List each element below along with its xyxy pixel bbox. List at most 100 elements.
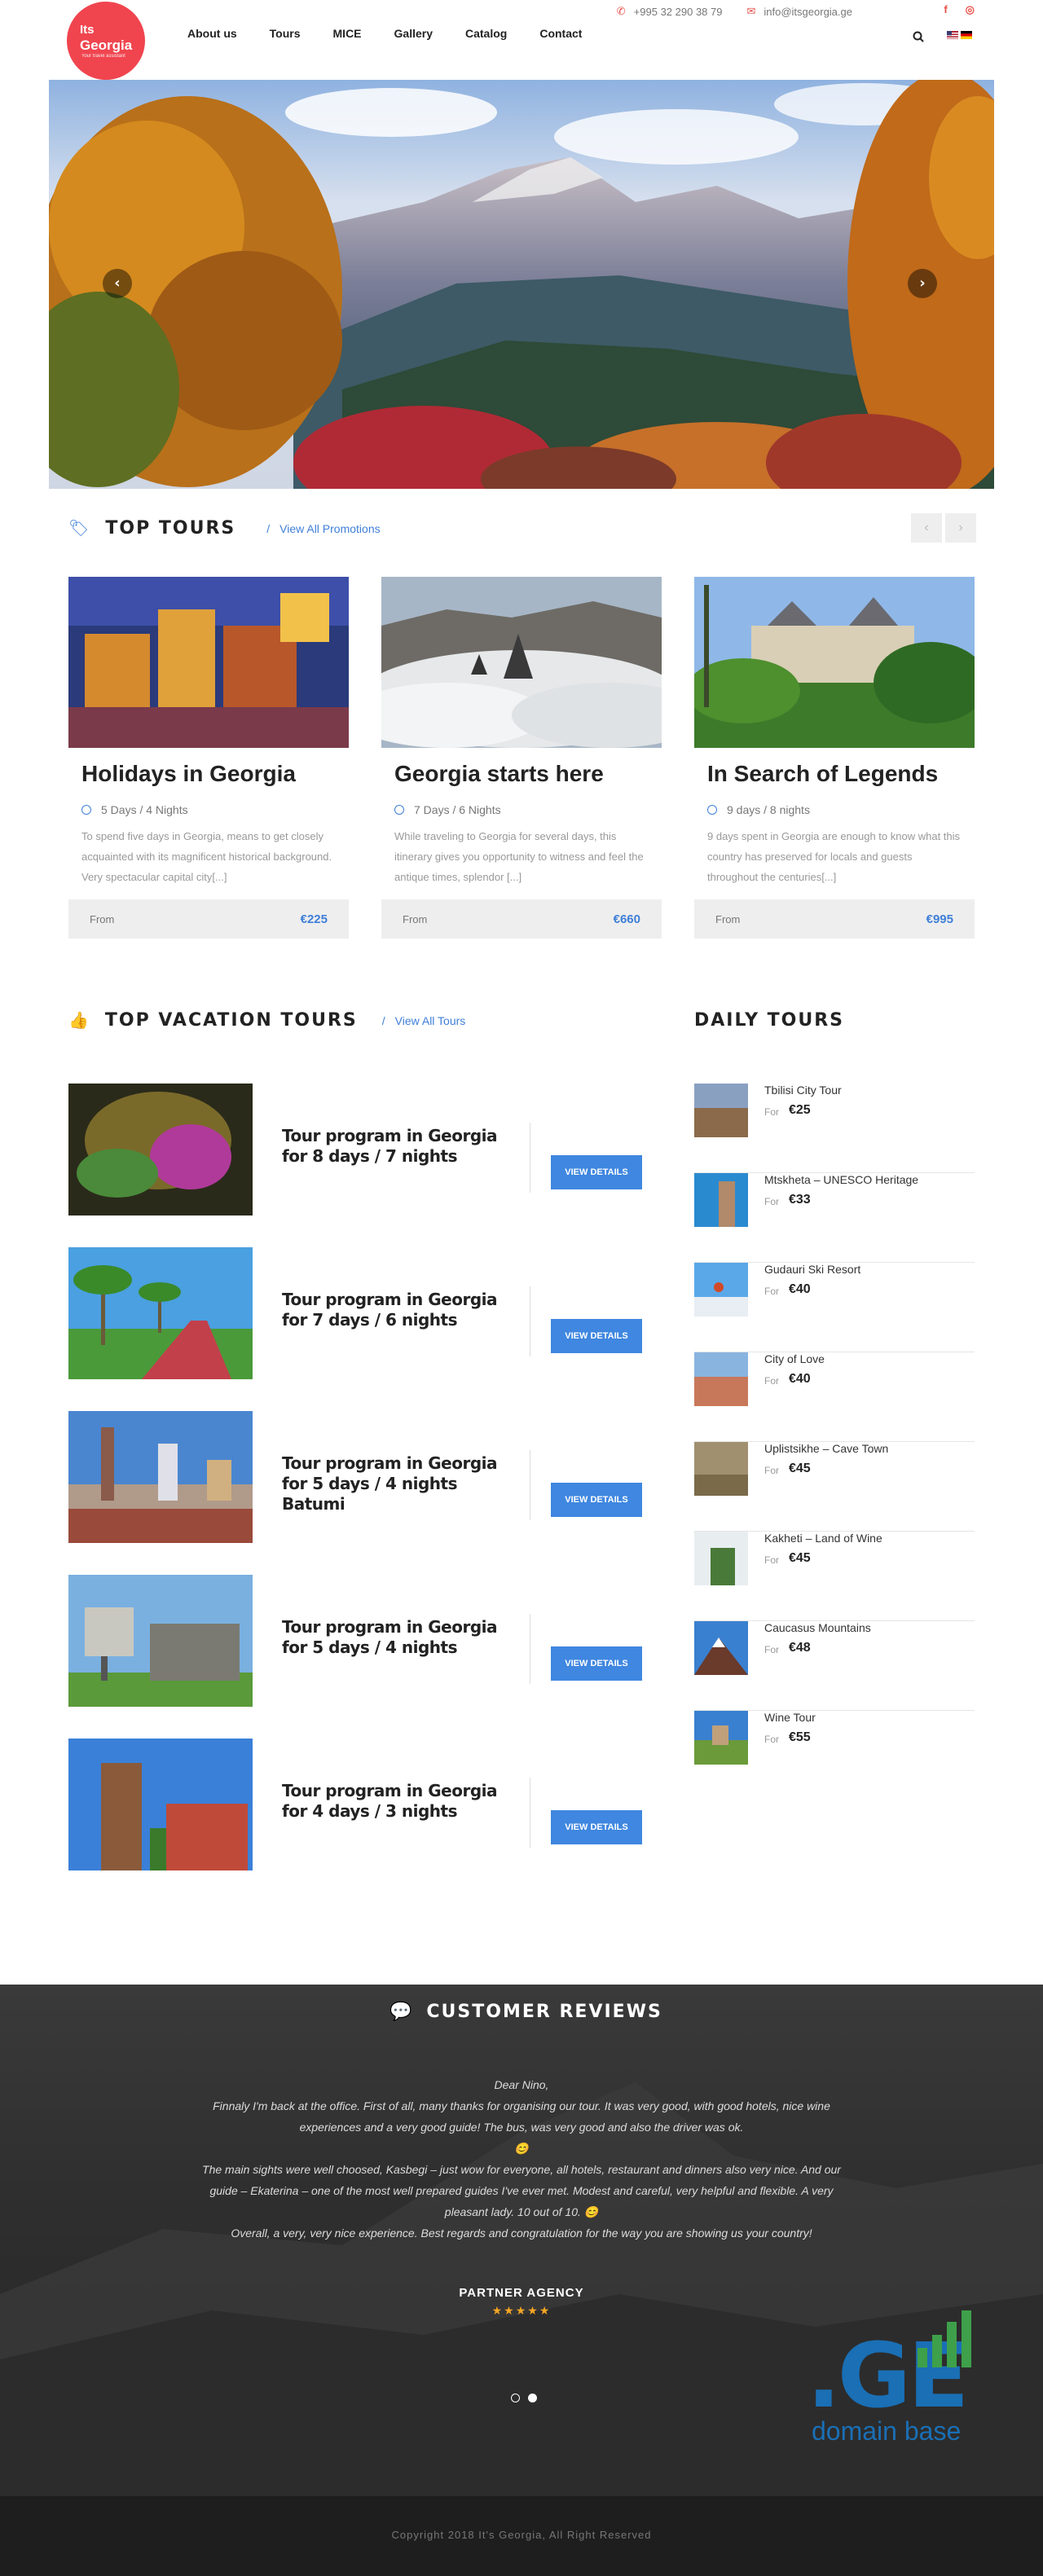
tour-card-duration: 9 days / 8 nights: [707, 803, 975, 816]
daily-tour-price: €48: [789, 1641, 811, 1655]
tour-card-title[interactable]: In Search of Legends: [707, 761, 975, 787]
flag-en-icon[interactable]: [947, 31, 958, 39]
tag-icon: 🏷: [68, 520, 90, 538]
tour-card-title[interactable]: Georgia starts here: [394, 761, 662, 787]
nav-contact[interactable]: Contact: [539, 27, 582, 40]
daily-tour-image[interactable]: [694, 1442, 748, 1496]
daily-tour-name[interactable]: Caucasus Mountains: [764, 1621, 871, 1634]
view-details-button[interactable]: VIEW DETAILS: [551, 1319, 642, 1353]
review-author: PARTNER AGENCY: [459, 2286, 584, 2300]
bar-chart-icon: [918, 2310, 971, 2367]
daily-tour-image[interactable]: [694, 1621, 748, 1675]
tour-card-price: From €660: [381, 899, 662, 939]
vacation-tour-title[interactable]: Tour program in Georgia for 7 days / 6 n…: [282, 1290, 518, 1330]
daily-tour-name[interactable]: Kakheti – Land of Wine: [764, 1532, 882, 1545]
daily-tour-item[interactable]: City of Love For €40: [694, 1352, 975, 1442]
nav-gallery[interactable]: Gallery: [394, 27, 433, 40]
vacation-tour-image[interactable]: [68, 1575, 253, 1707]
top-tours-slider-controls: ‹ ›: [908, 513, 976, 543]
tour-card-description: While traveling to Georgia for several d…: [394, 830, 644, 883]
nav-about-us[interactable]: About us: [187, 27, 237, 40]
daily-tour-item[interactable]: Kakheti – Land of Wine For €45: [694, 1532, 975, 1621]
daily-tour-name[interactable]: Gudauri Ski Resort: [764, 1263, 860, 1276]
view-details-button[interactable]: VIEW DETAILS: [551, 1483, 642, 1517]
daily-tour-price: €45: [789, 1551, 811, 1565]
vacation-tour-title[interactable]: Tour program in Georgia for 5 days / 4 n…: [282, 1453, 518, 1514]
nav-mice[interactable]: MICE: [333, 27, 362, 40]
site-footer: Copyright 2018 It's Georgia, All Right R…: [0, 2496, 1043, 2576]
instagram-icon[interactable]: ◎: [966, 3, 975, 16]
vacation-tour-image[interactable]: [68, 1084, 253, 1215]
tour-card-image[interactable]: [68, 577, 349, 748]
hero-slider: ‹ ›: [49, 80, 994, 489]
contact-email[interactable]: info@itsgeorgia.ge: [764, 6, 852, 18]
daily-tour-item[interactable]: Uplistsikhe – Cave Town For €45: [694, 1442, 975, 1532]
daily-tour-name[interactable]: City of Love: [764, 1352, 825, 1365]
contact-bar: ✆ +995 32 290 38 79 ✉ info@itsgeorgia.ge: [617, 5, 877, 18]
vacation-tour-image[interactable]: [68, 1411, 253, 1543]
daily-tour-price: €25: [789, 1103, 811, 1117]
view-all-tours-link[interactable]: View All Tours: [395, 1014, 466, 1027]
vacation-tour-title[interactable]: Tour program in Georgia for 5 days / 4 n…: [282, 1617, 518, 1658]
top-tours-next-button[interactable]: ›: [945, 513, 976, 543]
nav-tours[interactable]: Tours: [270, 27, 301, 40]
flag-de-icon[interactable]: [961, 31, 972, 39]
daily-tour-image[interactable]: [694, 1711, 748, 1765]
nav-catalog[interactable]: Catalog: [465, 27, 507, 40]
daily-tour-image[interactable]: [694, 1263, 748, 1317]
daily-tour-image[interactable]: [694, 1084, 748, 1137]
tour-card[interactable]: In Search of Legends 9 days / 8 nights 9…: [694, 577, 975, 939]
tour-card-image[interactable]: [381, 577, 662, 748]
top-tours-header: 🏷 TOP TOURS / View All Promotions: [68, 518, 381, 538]
vacation-tour-image[interactable]: [68, 1247, 253, 1379]
view-details-button[interactable]: VIEW DETAILS: [551, 1155, 642, 1189]
daily-tour-item[interactable]: Mtskheta – UNESCO Heritage For €33: [694, 1173, 975, 1263]
vacation-tour-item: Tour program in Georgia for 4 days / 3 n…: [68, 1739, 642, 1870]
pagination-dot[interactable]: [511, 2394, 520, 2402]
contact-phone[interactable]: +995 32 290 38 79: [634, 6, 723, 18]
rating-stars: ★★★★★: [491, 2304, 552, 2317]
reviews-pagination: [507, 2394, 541, 2402]
daily-tour-image[interactable]: [694, 1352, 748, 1406]
reviews-header: 💬 CUSTOMER REVIEWS: [389, 2001, 662, 2022]
daily-tour-name[interactable]: Uplistsikhe – Cave Town: [764, 1442, 888, 1455]
tour-card[interactable]: Georgia starts here 7 Days / 6 Nights Wh…: [381, 577, 662, 939]
view-details-button[interactable]: VIEW DETAILS: [551, 1810, 642, 1844]
tour-card-title[interactable]: Holidays in Georgia: [81, 761, 349, 787]
hero-prev-button[interactable]: ‹: [103, 269, 132, 298]
daily-tour-item[interactable]: Caucasus Mountains For €48: [694, 1621, 975, 1711]
view-details-button[interactable]: VIEW DETAILS: [551, 1646, 642, 1681]
vacation-tour-image[interactable]: [68, 1739, 253, 1870]
vacation-tour-item: Tour program in Georgia for 5 days / 4 n…: [68, 1575, 642, 1707]
vacation-tour-title[interactable]: Tour program in Georgia for 8 days / 7 n…: [282, 1126, 518, 1167]
top-tours-prev-button[interactable]: ‹: [911, 513, 942, 543]
daily-tour-item[interactable]: Tbilisi City Tour For €25: [694, 1084, 975, 1173]
daily-tours-title: DAILY TOURS: [694, 1010, 845, 1031]
facebook-icon[interactable]: f: [944, 3, 947, 16]
hero-next-button[interactable]: ›: [908, 269, 937, 298]
site-logo[interactable]: Its Georgia Your travel assistant: [67, 2, 145, 80]
tour-card-duration: 7 Days / 6 Nights: [394, 803, 662, 816]
daily-tour-price: €55: [789, 1730, 811, 1744]
daily-tour-item[interactable]: Gudauri Ski Resort For €40: [694, 1263, 975, 1352]
search-icon[interactable]: [913, 31, 924, 42]
daily-tour-item[interactable]: Wine Tour For €55: [694, 1711, 975, 1800]
language-switcher: [947, 31, 975, 39]
tour-card[interactable]: Holidays in Georgia 5 Days / 4 Nights To…: [68, 577, 349, 939]
tour-card-description: To spend five days in Georgia, means to …: [81, 830, 332, 883]
daily-tour-image[interactable]: [694, 1532, 748, 1585]
daily-tour-name[interactable]: Wine Tour: [764, 1711, 816, 1724]
daily-tour-name[interactable]: Tbilisi City Tour: [764, 1084, 842, 1097]
view-all-promotions-link[interactable]: View All Promotions: [279, 522, 380, 535]
daily-tour-image[interactable]: [694, 1173, 748, 1227]
tour-card-image[interactable]: [694, 577, 975, 748]
site-header: Its Georgia Your travel assistant About …: [0, 0, 1043, 80]
review-quote: Dear Nino, Finnaly I'm back at the offic…: [202, 2078, 841, 2240]
comments-icon: 💬: [389, 2001, 412, 2021]
thumbs-up-icon: 👍: [68, 1012, 89, 1030]
vacation-tours-header: 👍 TOP VACATION TOURS / View All Tours: [68, 1010, 465, 1031]
pagination-dot-active[interactable]: [528, 2394, 537, 2402]
daily-tour-name[interactable]: Mtskheta – UNESCO Heritage: [764, 1173, 918, 1186]
vacation-tour-title[interactable]: Tour program in Georgia for 4 days / 3 n…: [282, 1781, 518, 1822]
domain-base-watermark: .GE domain base: [807, 2310, 971, 2446]
